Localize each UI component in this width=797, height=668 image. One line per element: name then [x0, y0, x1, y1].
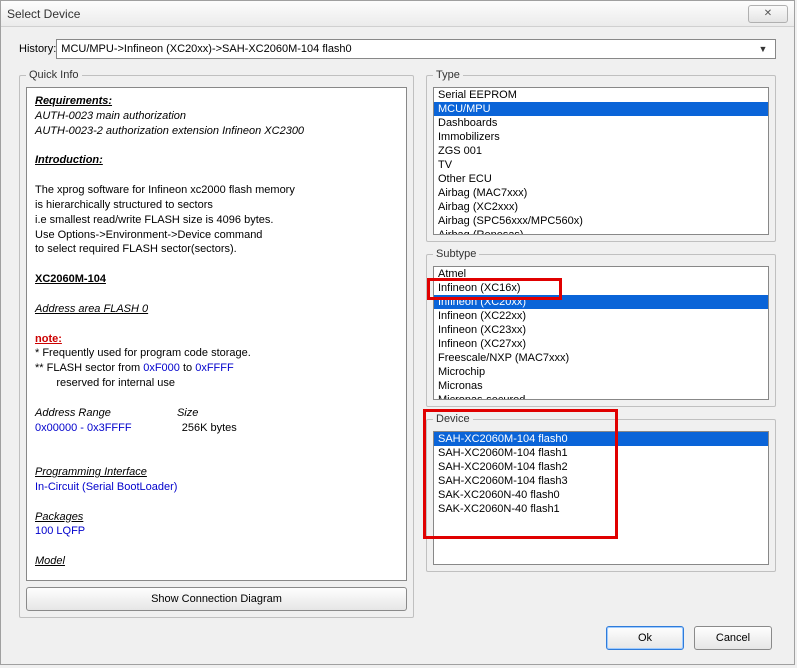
subtype-legend: Subtype — [433, 248, 479, 260]
subtype-listbox[interactable]: AtmelInfineon (XC16x)Infineon (XC20xx)In… — [433, 266, 769, 400]
type-item[interactable]: Serial EEPROM — [434, 88, 768, 102]
device-legend: Device — [433, 413, 473, 425]
note-line: reserved for internal use — [35, 376, 398, 391]
requirements-hdr: Requirements: — [35, 94, 398, 109]
intro-line: Use Options->Environment->Device command — [35, 228, 398, 243]
intro-hdr: Introduction: — [35, 153, 398, 168]
subtype-item[interactable]: Micronas — [434, 379, 768, 393]
part-hdr: XC2060M-104 — [35, 273, 106, 285]
note-hdr: note: — [35, 333, 62, 345]
pkg-hdr: Packages — [35, 511, 83, 523]
req-line: AUTH-0023 main authorization — [35, 110, 186, 122]
device-item[interactable]: SAH-XC2060M-104 flash0 — [434, 432, 768, 446]
subtype-item[interactable]: Infineon (XC16x) — [434, 281, 768, 295]
subtype-item[interactable]: Freescale/NXP (MAC7xxx) — [434, 351, 768, 365]
subtype-item[interactable]: Infineon (XC27xx) — [434, 337, 768, 351]
type-item[interactable]: Airbag (Renesas) — [434, 228, 768, 235]
type-item[interactable]: Immobilizers — [434, 130, 768, 144]
req-line: AUTH-0023-2 authorization extension Infi… — [35, 125, 304, 137]
intro-line: is hierarchically structured to sectors — [35, 198, 398, 213]
device-item[interactable]: SAH-XC2060M-104 flash1 — [434, 446, 768, 460]
progif-val: In-Circuit (Serial BootLoader) — [35, 480, 398, 495]
range-row-val: 0x00000 - 0x3FFFF 256K bytes — [35, 421, 398, 436]
addr-hdr: Address area FLASH 0 — [35, 303, 148, 315]
subtype-item[interactable]: Microchip — [434, 365, 768, 379]
type-item[interactable]: Dashboards — [434, 116, 768, 130]
intro-line: i.e smallest read/write FLASH size is 40… — [35, 213, 398, 228]
pkg-val: 100 LQFP — [35, 524, 398, 539]
subtype-item[interactable]: Infineon (XC20xx) — [434, 295, 768, 309]
cancel-button[interactable]: Cancel — [694, 626, 772, 650]
select-device-dialog: Select Device ✕ History: MCU/MPU->Infine… — [0, 0, 795, 665]
subtype-item[interactable]: Infineon (XC22xx) — [434, 309, 768, 323]
subtype-item[interactable]: Atmel — [434, 267, 768, 281]
model-hdr: Model — [35, 555, 65, 567]
device-item[interactable]: SAH-XC2060M-104 flash2 — [434, 460, 768, 474]
subtype-item[interactable]: Micronas-secured — [434, 393, 768, 400]
device-item[interactable]: SAH-XC2060M-104 flash3 — [434, 474, 768, 488]
note-line: * Frequently used for program code stora… — [35, 346, 398, 361]
history-combobox[interactable]: MCU/MPU->Infineon (XC20xx)->SAH-XC2060M-… — [56, 39, 776, 59]
type-legend: Type — [433, 69, 463, 81]
type-item[interactable]: ZGS 001 — [434, 144, 768, 158]
subtype-item[interactable]: Infineon (XC23xx) — [434, 323, 768, 337]
intro-line: to select required FLASH sector(sectors)… — [35, 242, 398, 257]
device-item[interactable]: SAK-XC2060N-40 flash0 — [434, 488, 768, 502]
type-item[interactable]: Airbag (SPC56xxx/MPC560x) — [434, 214, 768, 228]
type-listbox[interactable]: Serial EEPROMMCU/MPUDashboardsImmobilize… — [433, 87, 769, 235]
show-connection-diagram-button[interactable]: Show Connection Diagram — [26, 587, 407, 611]
titlebar: Select Device ✕ — [1, 1, 794, 27]
close-icon: ✕ — [764, 8, 772, 19]
type-item[interactable]: TV — [434, 158, 768, 172]
progif-hdr: Programming Interface — [35, 466, 147, 478]
quickinfo-textbox[interactable]: Requirements: AUTH-0023 main authorizati… — [26, 87, 407, 581]
type-item[interactable]: Airbag (XC2xxx) — [434, 200, 768, 214]
quickinfo-legend: Quick Info — [26, 69, 82, 81]
ok-button[interactable]: Ok — [606, 626, 684, 650]
device-item[interactable]: SAK-XC2060N-40 flash1 — [434, 502, 768, 516]
chevron-down-icon: ▼ — [755, 44, 771, 54]
type-item[interactable]: Airbag (MAC7xxx) — [434, 186, 768, 200]
device-listbox[interactable]: SAH-XC2060M-104 flash0SAH-XC2060M-104 fl… — [433, 431, 769, 565]
range-row: Address Range Size — [35, 406, 398, 421]
history-value: MCU/MPU->Infineon (XC20xx)->SAH-XC2060M-… — [61, 43, 755, 55]
type-item[interactable]: Other ECU — [434, 172, 768, 186]
type-item[interactable]: MCU/MPU — [434, 102, 768, 116]
close-button[interactable]: ✕ — [748, 5, 788, 23]
note-line: ** FLASH sector from 0xF000 to 0xFFFF — [35, 361, 398, 376]
history-label: History: — [19, 43, 56, 55]
titlebar-text: Select Device — [7, 7, 80, 21]
intro-line: The xprog software for Infineon xc2000 f… — [35, 183, 398, 198]
